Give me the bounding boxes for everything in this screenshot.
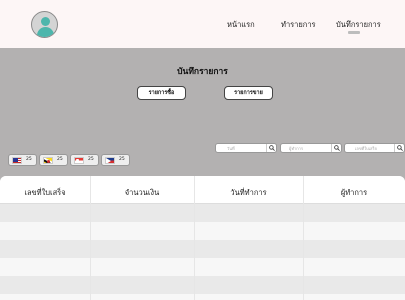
sell-records-button[interactable]: รายการขาย (224, 86, 273, 100)
table-row[interactable] (0, 276, 405, 294)
records-table: เลขที่ใบเสร็จ จำนวนเงิน วันที่ทำการ ผู้ท… (0, 176, 405, 300)
philippines-flag-icon (105, 157, 115, 164)
user-avatar-icon[interactable] (31, 11, 58, 38)
nav-active-indicator (348, 31, 360, 34)
table-row[interactable] (0, 204, 405, 222)
singapore-flag-icon (74, 157, 84, 164)
column-divider (90, 176, 91, 300)
operator-search-input[interactable]: ผู้ทำการ (280, 143, 342, 153)
nav-home[interactable]: หน้าแรก (227, 19, 255, 31)
buy-records-button[interactable]: รายการซื้อ (137, 86, 186, 100)
table-header: เลขที่ใบเสร็จ จำนวนเงิน วันที่ทำการ ผู้ท… (0, 176, 405, 204)
page-title: บันทึกรายการ (177, 67, 228, 77)
currency-bnd[interactable]: 25 (39, 154, 68, 166)
currency-sgd[interactable]: 25 (70, 154, 99, 166)
table-row[interactable] (0, 240, 405, 258)
header-receipt-no: เลขที่ใบเสร็จ (24, 188, 66, 197)
header-amount: จำนวนเงิน (124, 188, 160, 197)
currency-usd[interactable]: 25 (8, 154, 37, 166)
us-flag-icon (12, 157, 22, 164)
search-icon[interactable] (266, 144, 275, 152)
nav-record[interactable]: บันทึกรายการ (336, 19, 381, 31)
table-row[interactable] (0, 222, 405, 240)
currency-php[interactable]: 25 (101, 154, 130, 166)
table-row[interactable] (0, 294, 405, 300)
search-icon[interactable] (331, 144, 340, 152)
column-divider (303, 176, 304, 300)
top-header: หน้าแรก ทำรายการ บันทึกรายการ (0, 0, 405, 48)
header-operator: ผู้ทำการ (340, 188, 368, 197)
nav-transaction[interactable]: ทำรายการ (281, 19, 316, 31)
table-row[interactable] (0, 258, 405, 276)
date-search-input[interactable]: วันที่ (215, 143, 277, 153)
header-date: วันที่ทำการ (230, 188, 267, 197)
receipt-search-input[interactable]: เลขที่ใบเสร็จ (344, 143, 405, 153)
column-divider (194, 176, 195, 300)
brunei-flag-icon (43, 157, 53, 164)
search-icon[interactable] (394, 144, 403, 152)
